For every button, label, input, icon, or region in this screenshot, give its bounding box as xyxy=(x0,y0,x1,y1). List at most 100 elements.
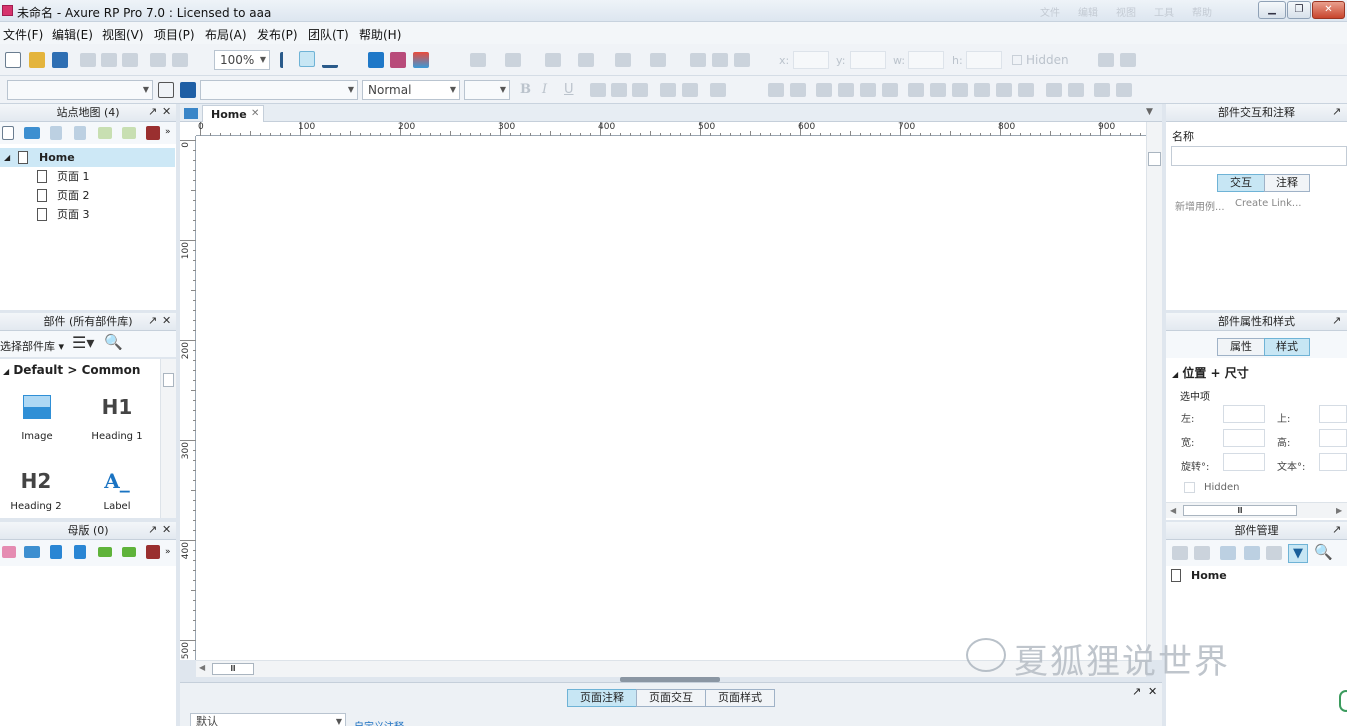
align-center-icon[interactable] xyxy=(611,83,627,97)
line-style-icon[interactable] xyxy=(690,53,706,67)
undo-icon[interactable] xyxy=(150,53,166,67)
scroll-left-icon[interactable]: ◀ xyxy=(199,663,205,672)
hidden-checkbox[interactable] xyxy=(1184,482,1195,493)
align-icon[interactable] xyxy=(505,53,521,67)
undock-icon[interactable]: ↗ xyxy=(1132,685,1141,698)
line-width-icon[interactable] xyxy=(712,53,728,67)
copy-icon[interactable] xyxy=(101,53,117,67)
tab-page-interactions[interactable]: 页面交互 xyxy=(636,689,706,707)
outline-tool-icon[interactable] xyxy=(1266,546,1282,560)
bold-icon[interactable]: B xyxy=(520,82,531,97)
sitemap-item-page2[interactable]: 页面 2 xyxy=(0,186,175,205)
widget-group[interactable]: ◢ Default > Common xyxy=(0,363,160,381)
add-folder-icon[interactable] xyxy=(24,127,40,139)
cut-icon[interactable] xyxy=(80,53,96,67)
undock-icon[interactable]: ↗ xyxy=(1332,524,1341,536)
mark-icon[interactable] xyxy=(1098,53,1114,67)
menu-publish[interactable]: 发布(P) xyxy=(257,26,298,43)
footnote-icon[interactable] xyxy=(1120,53,1136,67)
add-page-icon[interactable] xyxy=(2,126,14,140)
generate-icon[interactable] xyxy=(413,52,429,68)
outline-tool-icon[interactable] xyxy=(1172,546,1188,560)
tab-interactions[interactable]: 交互 xyxy=(1217,174,1265,192)
arrange-icon[interactable] xyxy=(838,83,854,97)
arrange-icon[interactable] xyxy=(882,83,898,97)
undock-icon[interactable]: ↗ xyxy=(1332,106,1341,118)
widget-image[interactable]: Image xyxy=(10,395,64,451)
maximize-button[interactable]: ❐ xyxy=(1287,1,1311,19)
outdent-icon[interactable] xyxy=(122,127,136,139)
tab-page-notes[interactable]: 页面注释 xyxy=(567,689,637,707)
underline-icon[interactable]: U xyxy=(564,82,574,97)
move-down-icon[interactable] xyxy=(1244,546,1260,560)
sitemap-item-page3[interactable]: 页面 3 xyxy=(0,205,175,224)
font-style-select[interactable]: Normal ▼ xyxy=(362,80,460,100)
align-right-icon[interactable] xyxy=(632,83,648,97)
notes-set-select[interactable]: 默认 ▼ xyxy=(190,713,346,726)
widgets-scrollbar[interactable] xyxy=(160,359,176,518)
indent-icon[interactable] xyxy=(98,547,112,557)
filter-icon[interactable]: ▼ xyxy=(1288,544,1308,563)
link-icon[interactable] xyxy=(682,83,698,97)
menu-layout[interactable]: 布局(A) xyxy=(205,26,247,43)
align-tool-icon[interactable] xyxy=(930,83,946,97)
arrange-icon[interactable] xyxy=(816,83,832,97)
align-tool-icon[interactable] xyxy=(996,83,1012,97)
position-size-section[interactable]: ◢ 位置 + 尺寸 xyxy=(1172,364,1249,381)
scroll-thumb[interactable] xyxy=(163,373,174,387)
lock-icon[interactable] xyxy=(1094,83,1110,97)
text-rotation-input[interactable] xyxy=(1319,453,1347,471)
sitemap-item-page1[interactable]: 页面 1 xyxy=(0,167,175,186)
new-case-link[interactable]: 新增用例... xyxy=(1175,198,1225,213)
new-file-icon[interactable] xyxy=(5,52,21,68)
connector-icon[interactable] xyxy=(322,52,338,68)
align-tool-icon[interactable] xyxy=(1018,83,1034,97)
menu-file[interactable]: 文件(F) xyxy=(3,26,43,43)
undock-icon[interactable]: ↗ xyxy=(148,524,157,536)
hidden-checkbox[interactable] xyxy=(1012,55,1022,65)
scroll-left-icon[interactable]: ◀ xyxy=(1170,506,1176,515)
tab-properties[interactable]: 属性 xyxy=(1217,338,1265,356)
preview-icon[interactable] xyxy=(368,52,384,68)
select-contained-icon[interactable] xyxy=(299,51,315,67)
scroll-thumb[interactable] xyxy=(1148,152,1161,166)
menu-help[interactable]: 帮助(H) xyxy=(359,26,401,43)
scroll-thumb[interactable]: Ⅲ xyxy=(212,663,254,675)
tab-page-style[interactable]: 页面样式 xyxy=(705,689,775,707)
distribute-icon[interactable] xyxy=(578,53,594,67)
paste-icon[interactable] xyxy=(122,53,138,67)
indent-icon[interactable] xyxy=(98,127,112,139)
tab-home[interactable]: Home ✕ xyxy=(202,105,264,122)
italic-icon[interactable]: I xyxy=(542,82,547,97)
order-icon[interactable] xyxy=(545,53,561,67)
select-intersect-icon[interactable] xyxy=(280,52,296,68)
widget-heading2[interactable]: H2 Heading 2 xyxy=(6,469,66,519)
tab-notes[interactable]: 注释 xyxy=(1264,174,1310,192)
format-painter-icon[interactable] xyxy=(180,82,196,98)
menu-team[interactable]: 团队(T) xyxy=(308,26,349,43)
save-icon[interactable] xyxy=(52,52,68,68)
more-icon[interactable]: » xyxy=(165,547,171,557)
outdent-icon[interactable] xyxy=(122,547,136,557)
library-select[interactable]: 选择部件库 ▾ xyxy=(0,338,64,354)
menu-icon[interactable]: ☰▾ xyxy=(72,333,94,352)
tab-style[interactable]: 样式 xyxy=(1264,338,1310,356)
publish-icon[interactable] xyxy=(390,52,406,68)
move-up-icon[interactable] xyxy=(50,545,62,559)
w-input[interactable] xyxy=(908,51,944,69)
left-input[interactable] xyxy=(1223,405,1265,423)
arrange-icon[interactable] xyxy=(790,83,806,97)
undock-icon[interactable]: ↗ xyxy=(148,315,157,327)
widget-heading1[interactable]: H1 Heading 1 xyxy=(88,395,146,451)
widget-name-input[interactable] xyxy=(1171,146,1347,166)
close-icon[interactable]: ✕ xyxy=(162,315,171,327)
arrange-icon[interactable] xyxy=(768,83,784,97)
align-tool-icon[interactable] xyxy=(952,83,968,97)
style-editor-icon[interactable] xyxy=(158,82,174,98)
create-link[interactable]: Create Link... xyxy=(1235,198,1301,209)
align-tool-icon[interactable] xyxy=(974,83,990,97)
menu-view[interactable]: 视图(V) xyxy=(102,26,144,43)
shadow-icon[interactable] xyxy=(650,53,666,67)
font-color-icon[interactable] xyxy=(710,83,726,97)
unlock-icon[interactable] xyxy=(1116,83,1132,97)
